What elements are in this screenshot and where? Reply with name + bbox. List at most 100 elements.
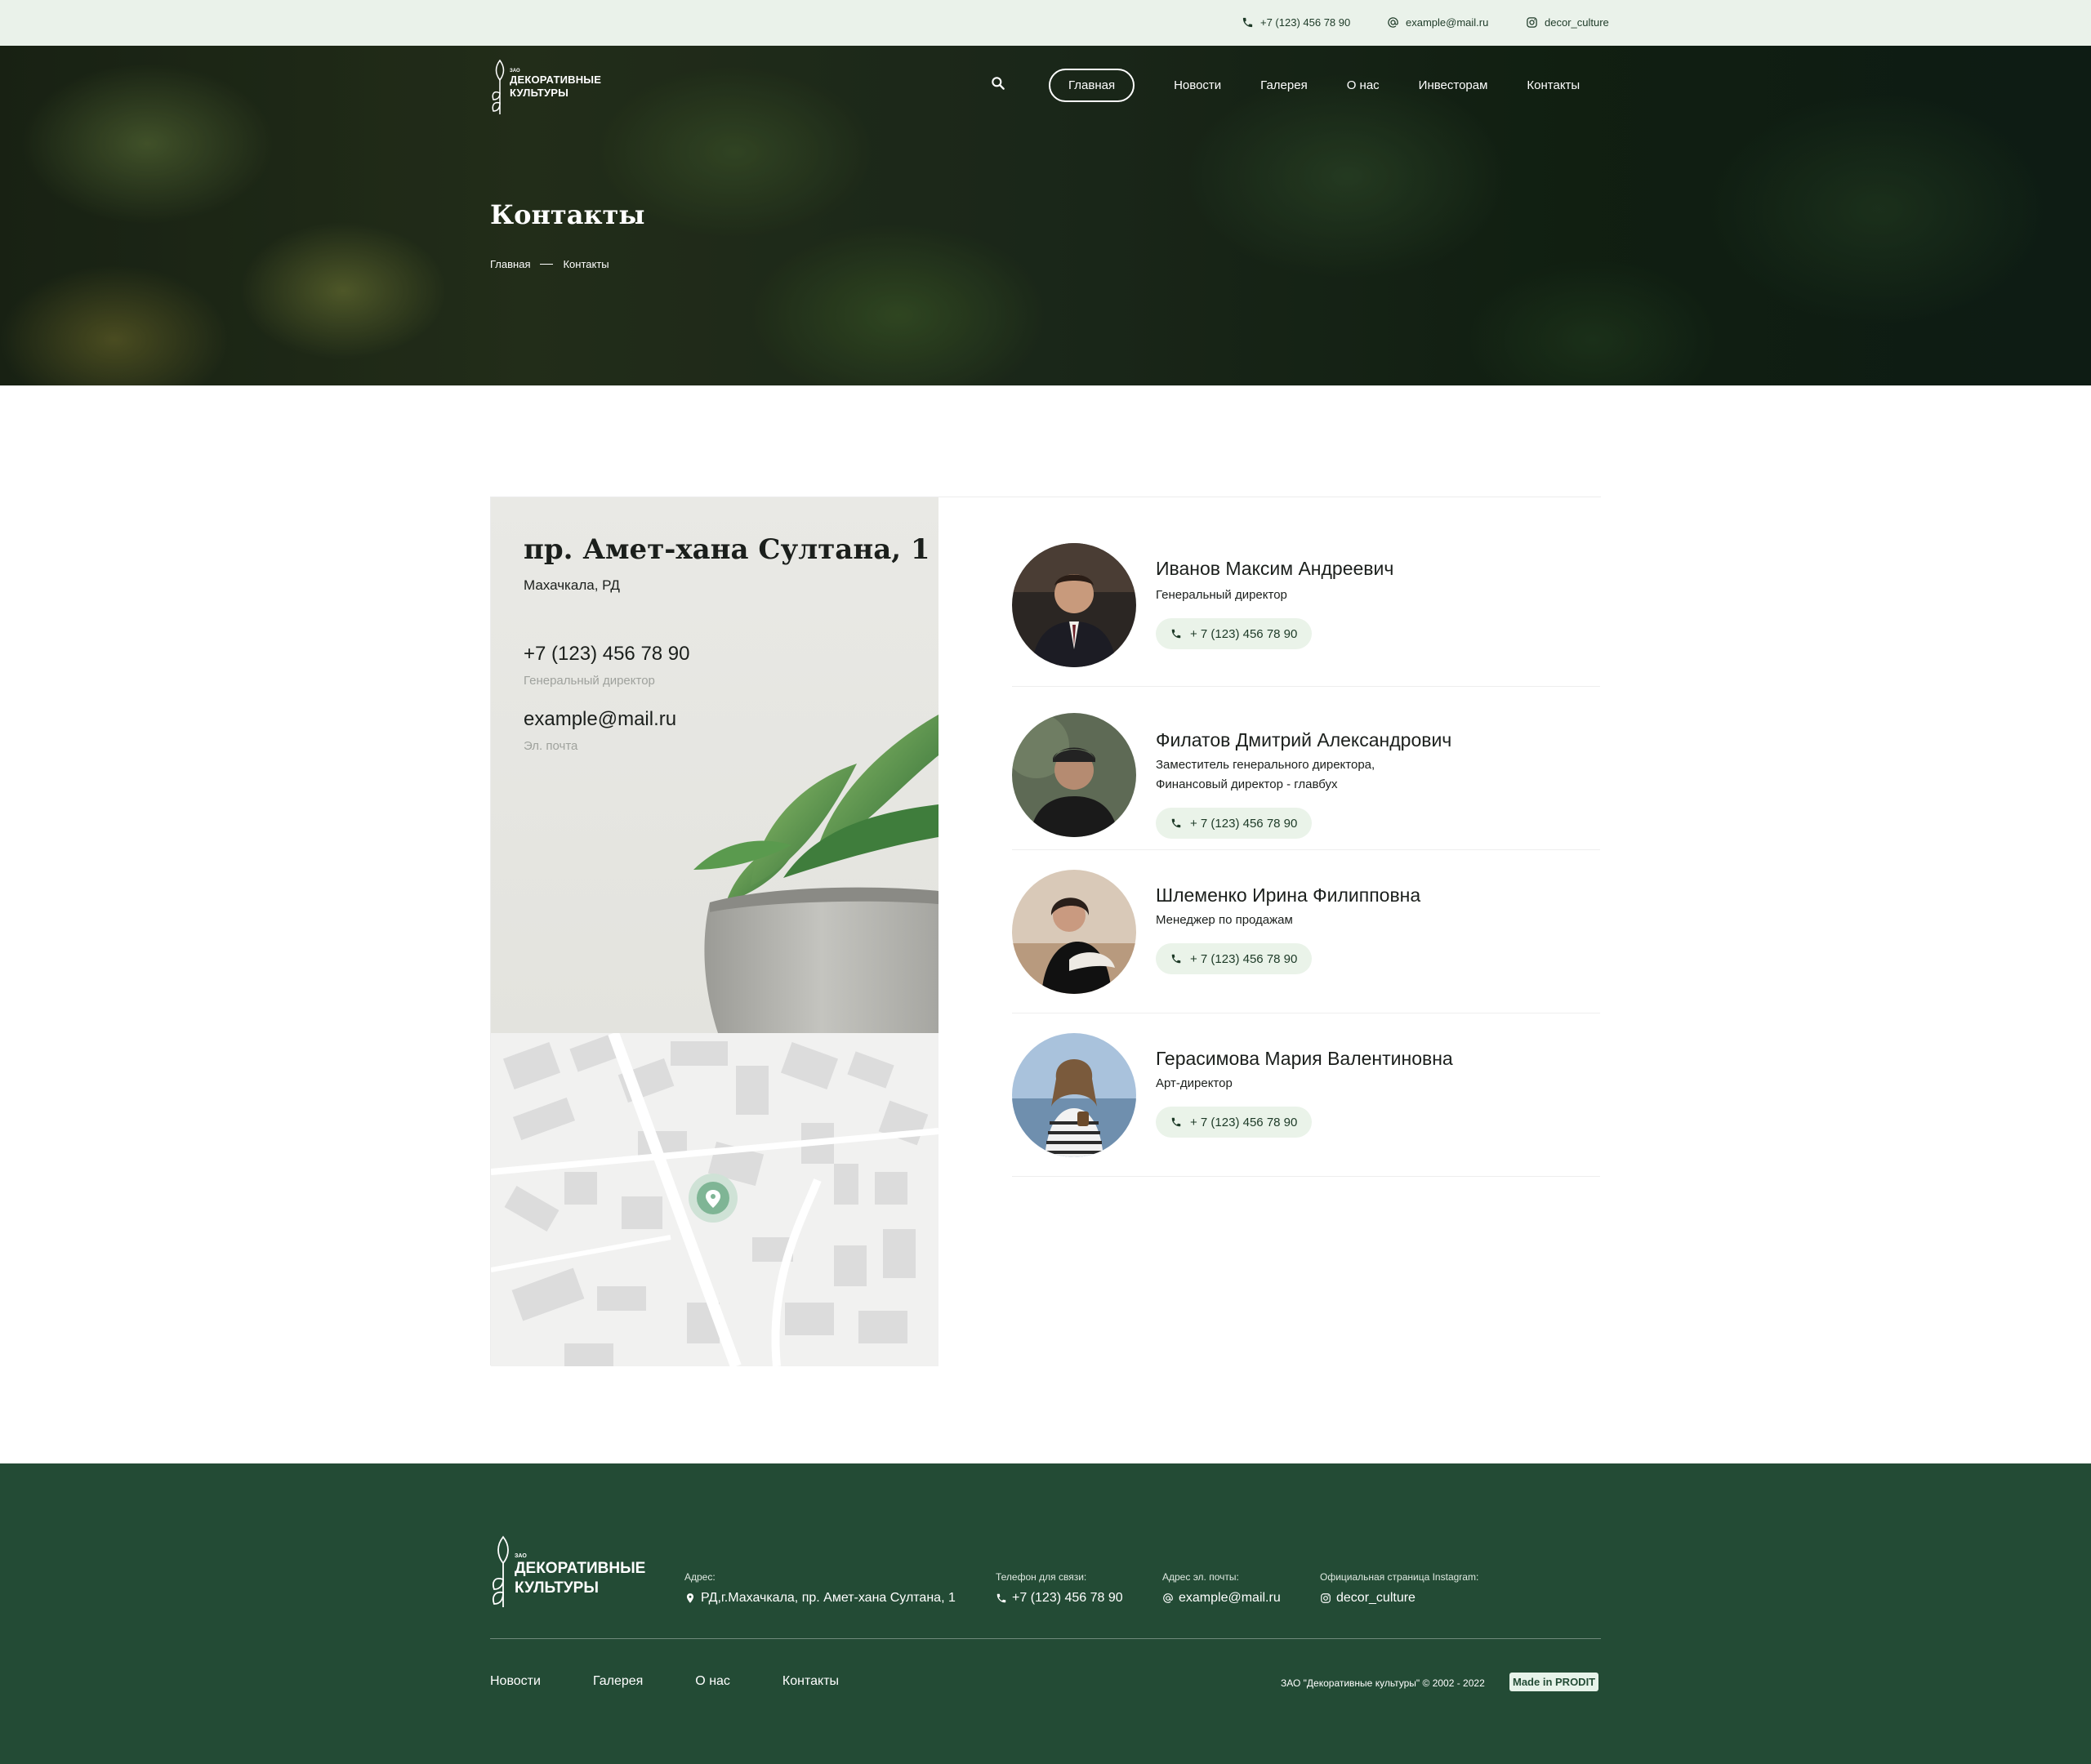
footer-logo[interactable]: ЗАО ДЕКОРАТИВНЫЕ КУЛЬТУРЫ xyxy=(490,1534,645,1609)
staff-card: Шлеменко Ирина Филипповна Менеджер по пр… xyxy=(1012,850,1600,1013)
nav-gallery[interactable]: Галерея xyxy=(1260,78,1308,92)
footer-instagram-caption: Официальная страница Instagram: xyxy=(1320,1571,1479,1583)
copyright: ЗАО "Декоративные культуры" © 2002 - 202… xyxy=(1281,1677,1485,1689)
at-icon xyxy=(1163,1593,1173,1603)
staff-phone-text: + 7 (123) 456 78 90 xyxy=(1190,951,1298,966)
office-email[interactable]: example@mail.ru xyxy=(524,708,676,731)
leaf-logo-icon xyxy=(492,59,505,114)
phone-icon xyxy=(1171,629,1181,639)
staff-role: Арт-директор xyxy=(1156,1076,1233,1090)
main-nav: Главная Новости Галерея О нас Инвесторам… xyxy=(1049,69,1580,102)
top-contact-bar: +7 (123) 456 78 90 example@mail.ru decor… xyxy=(0,0,2091,46)
footer-email-caption: Адрес эл. почты: xyxy=(1162,1571,1239,1583)
search-button[interactable] xyxy=(990,75,1006,91)
footer-nav-news[interactable]: Новости xyxy=(490,1674,541,1689)
staff-name: Иванов Максим Андреевич xyxy=(1156,558,1394,579)
staff-role: Генеральный директор xyxy=(1156,588,1287,602)
avatar xyxy=(1012,713,1136,837)
staff-name: Шлеменко Ирина Филипповна xyxy=(1156,884,1421,906)
phone-icon xyxy=(1171,954,1181,964)
staff-phone-button[interactable]: + 7 (123) 456 78 90 xyxy=(1156,808,1313,839)
topbar-instagram[interactable]: decor_culture xyxy=(1526,16,1609,29)
footer-divider xyxy=(490,1638,1601,1639)
map-streets xyxy=(491,1033,938,1366)
map-pin-icon xyxy=(686,1593,694,1603)
staff-card: Филатов Дмитрий Александрович Заместител… xyxy=(1012,687,1600,850)
footer-logo-line-2: КУЛЬТУРЫ xyxy=(515,1579,599,1597)
staff-role: Менеджер по продажам xyxy=(1156,913,1293,927)
search-icon xyxy=(992,77,1005,90)
footer-logo-small: ЗАО xyxy=(515,1553,527,1559)
nav-contacts[interactable]: Контакты xyxy=(1527,78,1580,92)
office-address: пр. Амет-хана Султана, 1 xyxy=(524,533,930,566)
footer-email[interactable]: Адрес эл. почты: example@mail.ru xyxy=(1162,1571,1281,1606)
staff-name: Филатов Дмитрий Александрович xyxy=(1156,729,1452,751)
nav-about[interactable]: О нас xyxy=(1347,78,1380,92)
phone-icon xyxy=(1171,1117,1181,1127)
nav-investors[interactable]: Инвесторам xyxy=(1419,78,1488,92)
office-city: Махачкала, РД xyxy=(524,577,620,593)
page-title: Контакты xyxy=(490,199,645,230)
nav-home[interactable]: Главная xyxy=(1049,69,1135,102)
staff-phone-button[interactable]: + 7 (123) 456 78 90 xyxy=(1156,1107,1313,1138)
footer-phone[interactable]: Телефон для связи: +7 (123) 456 78 90 xyxy=(996,1571,1123,1606)
breadcrumb-current: Контакты xyxy=(563,258,609,270)
logo-line-1: ДЕКОРАТИВНЫЕ xyxy=(510,74,602,86)
instagram-icon xyxy=(1321,1593,1331,1603)
topbar-email[interactable]: example@mail.ru xyxy=(1387,16,1488,29)
footer-instagram[interactable]: Официальная страница Instagram: decor_cu… xyxy=(1320,1571,1478,1606)
staff-phone-text: + 7 (123) 456 78 90 xyxy=(1190,626,1298,641)
leaf-logo-icon xyxy=(493,1535,509,1607)
at-icon xyxy=(1388,17,1398,28)
phone-icon xyxy=(996,1593,1006,1603)
breadcrumb-home[interactable]: Главная xyxy=(490,258,530,270)
footer-address-caption: Адрес: xyxy=(684,1571,716,1583)
contacts-card: пр. Амет-хана Султана, 1 Махачкала, РД +… xyxy=(490,497,1602,1366)
phone-icon xyxy=(1171,818,1181,828)
staff-card: Герасимова Мария Валентиновна Арт-директ… xyxy=(1012,1013,1600,1177)
footer-nav: Новости Галерея О нас Контакты xyxy=(490,1674,839,1689)
hero-banner: ЗАО ДЕКОРАТИВНЫЕ КУЛЬТУРЫ Главная Новост… xyxy=(0,46,2091,385)
instagram-icon xyxy=(1527,17,1537,28)
phone-icon xyxy=(1242,17,1253,28)
office-phone-caption: Генеральный директор xyxy=(524,674,655,688)
avatar xyxy=(1012,870,1136,994)
footer-instagram-text: decor_culture xyxy=(1336,1591,1416,1605)
topbar-email-text: example@mail.ru xyxy=(1406,16,1489,29)
staff-role: Заместитель генерального директора, xyxy=(1156,758,1375,772)
footer-nav-gallery[interactable]: Галерея xyxy=(593,1674,643,1689)
office-info-panel: пр. Амет-хана Султана, 1 Махачкала, РД +… xyxy=(491,497,938,1033)
topbar-phone[interactable]: +7 (123) 456 78 90 xyxy=(1242,16,1350,29)
footer-nav-about[interactable]: О нас xyxy=(695,1674,730,1689)
made-in-badge[interactable]: Made in PRODIT xyxy=(1509,1673,1599,1691)
topbar-instagram-text: decor_culture xyxy=(1545,16,1609,29)
office-email-caption: Эл. почта xyxy=(524,739,578,753)
footer-address-text: РД,г.Махачкала, пр. Амет-хана Султана, 1 xyxy=(701,1591,956,1605)
site-footer: ЗАО ДЕКОРАТИВНЫЕ КУЛЬТУРЫ Адрес: РД,г.Ма… xyxy=(0,1463,2091,1764)
breadcrumb-separator xyxy=(540,264,554,265)
location-map[interactable] xyxy=(491,1033,938,1366)
staff-card: Иванов Максим Андреевич Генеральный дире… xyxy=(1012,533,1600,687)
topbar-phone-text: +7 (123) 456 78 90 xyxy=(1260,16,1351,29)
breadcrumb: Главная Контакты xyxy=(490,258,609,270)
staff-name: Герасимова Мария Валентиновна xyxy=(1156,1048,1453,1069)
staff-role-line-2: Финансовый директор - главбух xyxy=(1156,777,1338,791)
staff-phone-text: + 7 (123) 456 78 90 xyxy=(1190,816,1298,831)
site-logo[interactable]: ЗАО ДЕКОРАТИВНЫЕ КУЛЬТУРЫ xyxy=(490,57,601,116)
footer-email-text: example@mail.ru xyxy=(1179,1591,1281,1605)
footer-phone-caption: Телефон для связи: xyxy=(996,1571,1087,1583)
logo-line-2: КУЛЬТУРЫ xyxy=(510,87,569,99)
succulent-plant-image xyxy=(693,715,938,1033)
avatar xyxy=(1012,1033,1136,1157)
office-phone[interactable]: +7 (123) 456 78 90 xyxy=(524,643,690,666)
footer-phone-text: +7 (123) 456 78 90 xyxy=(1012,1591,1123,1605)
footer-address: Адрес: РД,г.Махачкала, пр. Амет-хана Сул… xyxy=(684,1571,956,1606)
nav-news[interactable]: Новости xyxy=(1174,78,1221,92)
staff-list: Иванов Максим Андреевич Генеральный дире… xyxy=(938,497,1602,1366)
footer-logo-line-1: ДЕКОРАТИВНЫЕ xyxy=(515,1560,646,1577)
staff-phone-button[interactable]: + 7 (123) 456 78 90 xyxy=(1156,943,1313,974)
footer-nav-contacts[interactable]: Контакты xyxy=(782,1674,839,1689)
avatar xyxy=(1012,543,1136,667)
staff-phone-button[interactable]: + 7 (123) 456 78 90 xyxy=(1156,618,1313,649)
staff-phone-text: + 7 (123) 456 78 90 xyxy=(1190,1115,1298,1129)
